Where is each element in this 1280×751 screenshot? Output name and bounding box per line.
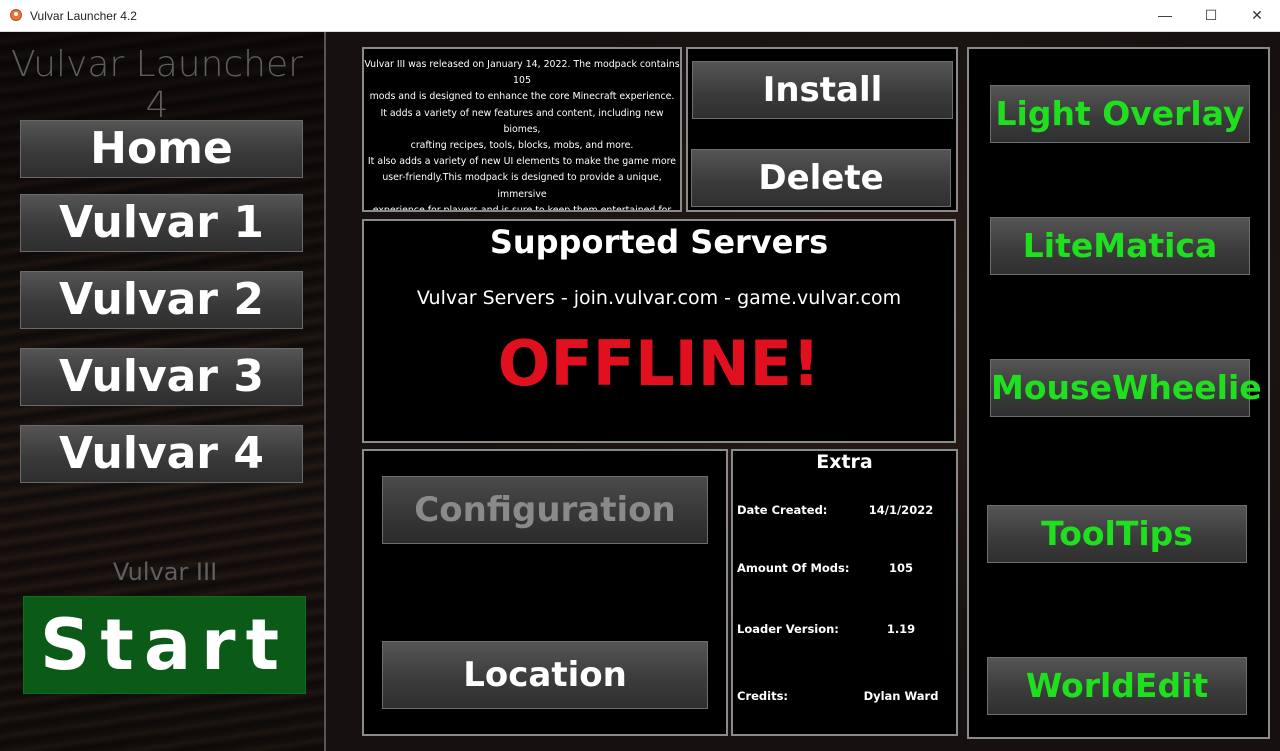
date-created-label: Date Created: [737,503,828,517]
sidebar-item-vulvar-4[interactable]: Vulvar 4 [20,425,303,483]
servers-list: Vulvar Servers - join.vulvar.com - game.… [416,287,902,309]
sidebar-item-home[interactable]: Home [20,120,303,178]
extra-panel: Extra Date Created: 14/1/2022 Amount Of … [731,449,958,736]
sidebar: Vulvar Launcher 4 Home Vulvar 1 Vulvar 2… [0,32,324,751]
mod-button-mousewheelie[interactable]: MouseWheelie [990,359,1262,417]
configuration-button[interactable]: Configuration [382,476,708,544]
actions-panel: Install Delete [686,47,958,212]
mod-button-tooltips[interactable]: ToolTips [987,505,1247,563]
description-panel: Vulvar III was released on January 14, 2… [362,47,682,212]
loader-version-label: Loader Version: [737,622,839,636]
modpack-description: Vulvar III was released on January 14, 2… [364,59,680,212]
extra-title: Extra [816,451,873,473]
sidebar-item-vulvar-2[interactable]: Vulvar 2 [20,271,303,329]
mod-button-light-overlay[interactable]: Light Overlay [990,85,1250,143]
install-button[interactable]: Install [692,61,953,119]
mod-count-label: Amount Of Mods: [737,561,850,575]
server-status: OFFLINE! [497,327,821,400]
minimize-button[interactable]: — [1142,0,1188,31]
delete-button[interactable]: Delete [691,149,951,207]
date-created-value: 14/1/2022 [868,503,934,517]
mods-panel: Light Overlay LiteMatica MouseWheelie To… [967,47,1270,739]
servers-title: Supported Servers [489,223,829,261]
credits-label: Credits: [737,689,789,703]
close-button[interactable]: ✕ [1234,0,1280,31]
mod-button-litematica[interactable]: LiteMatica [990,217,1250,275]
start-button[interactable]: Start [23,596,306,694]
selected-pack-name: Vulvar III [112,558,218,586]
credits-value: Dylan Ward [863,689,939,703]
app-icon [10,9,22,21]
sidebar-item-vulvar-1[interactable]: Vulvar 1 [20,194,303,252]
launcher-title: Vulvar Launcher 4 [11,44,303,126]
sidebar-item-vulvar-3[interactable]: Vulvar 3 [20,348,303,406]
settings-panel: Configuration Location [362,449,728,736]
main-content: Vulvar III was released on January 14, 2… [326,32,1280,751]
servers-panel: Supported Servers Vulvar Servers - join.… [362,219,956,443]
location-button[interactable]: Location [382,641,708,709]
window-title: Vulvar Launcher 4.2 [30,9,137,23]
mod-count-value: 105 [888,561,913,575]
window-titlebar: Vulvar Launcher 4.2 — ☐ ✕ [0,0,1280,32]
maximize-button[interactable]: ☐ [1188,0,1234,31]
mod-button-worldedit[interactable]: WorldEdit [987,657,1247,715]
loader-version-value: 1.19 [886,622,916,636]
